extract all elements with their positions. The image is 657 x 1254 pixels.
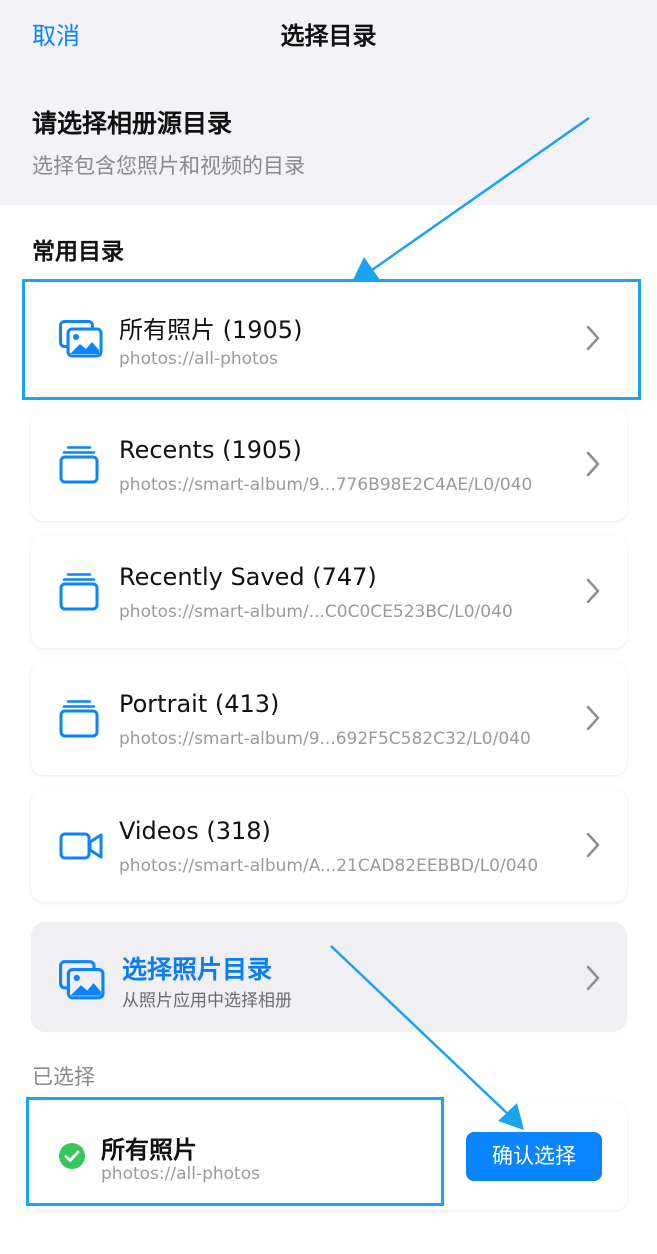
arrow-to-all-photos-icon <box>352 116 590 282</box>
arrow-to-confirm-icon <box>330 945 524 1130</box>
annotation-arrows <box>330 116 590 1130</box>
